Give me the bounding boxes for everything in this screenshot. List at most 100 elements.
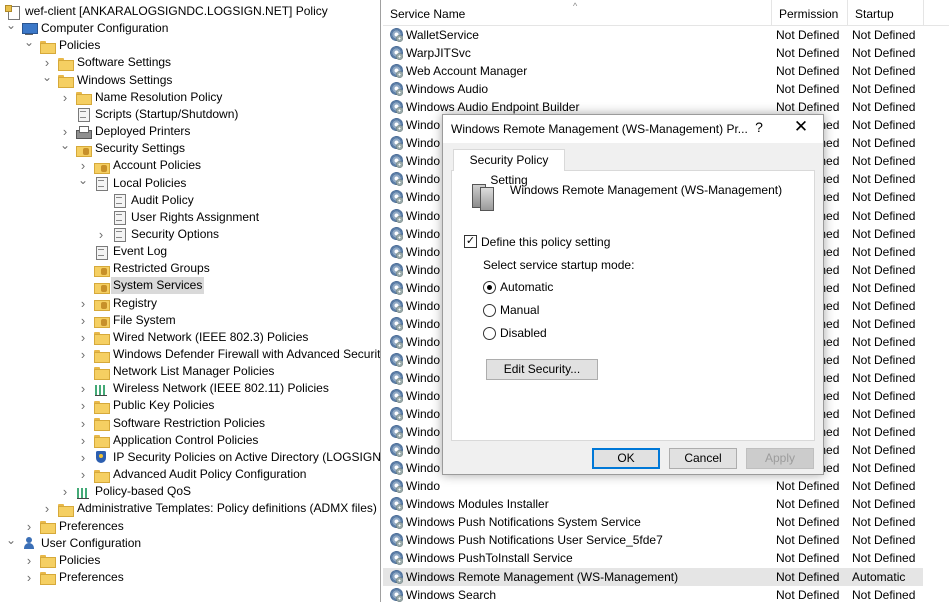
chevron-right-icon[interactable]: › <box>95 226 107 243</box>
tree-item[interactable]: › Advanced Audit Policy Configuration <box>77 466 308 483</box>
table-row[interactable]: Windows Modules Installer Not Defined Not … <box>383 495 923 513</box>
table-row[interactable]: Windows Remote Management (WS-Management… <box>383 567 923 586</box>
tree-item[interactable]: › Account Policies <box>77 157 203 174</box>
tree-item[interactable]: › Administrative Templates: Policy defini… <box>41 500 380 517</box>
tree-item[interactable]: › Windows Defender Firewall with Advanced… <box>77 346 380 363</box>
chevron-right-icon[interactable]: › <box>41 54 53 71</box>
chevron-right-icon[interactable]: › <box>77 449 89 466</box>
chevron-right-icon[interactable]: › <box>77 157 89 174</box>
chevron-right-icon[interactable]: › <box>77 432 89 449</box>
edit-security-button[interactable]: Edit Security... <box>486 359 598 380</box>
tree-item-label: Security Settings <box>95 141 186 156</box>
tree-item[interactable]: User Rights Assignment <box>95 209 261 226</box>
tree-item[interactable]: ⌄ User Configuration <box>5 534 143 552</box>
tab-security-policy-setting[interactable]: Security Policy Setting <box>453 149 565 187</box>
tree-item[interactable]: › Name Resolution Policy <box>59 89 224 106</box>
close-icon[interactable]: ✕ <box>789 117 813 137</box>
radio-automatic[interactable] <box>483 281 496 294</box>
chevron-right-icon[interactable]: › <box>77 466 89 483</box>
tree-item[interactable]: › Software Restriction Policies <box>77 415 267 432</box>
radio-manual-label[interactable]: Manual <box>500 303 539 317</box>
define-policy-label[interactable]: Define this policy setting <box>481 235 610 249</box>
chevron-down-icon[interactable]: ⌄ <box>5 534 17 552</box>
tree-item[interactable]: Network List Manager Policies <box>77 363 276 380</box>
gear-icon <box>389 154 404 169</box>
chevron-down-icon[interactable]: ⌄ <box>23 36 35 54</box>
tree-item[interactable]: › File System <box>77 312 178 329</box>
tree-item[interactable]: Restricted Groups <box>77 260 212 277</box>
tree-item[interactable]: System Services <box>77 277 205 295</box>
column-header-service-name[interactable]: Service Name <box>383 0 772 26</box>
tree-item[interactable]: Scripts (Startup/Shutdown) <box>59 106 240 123</box>
service-name-cell: Windo <box>406 479 441 494</box>
tree-item[interactable]: › Public Key Policies <box>77 397 216 414</box>
dialog-titlebar[interactable]: Windows Remote Management (WS-Management… <box>443 115 823 143</box>
radio-automatic-label[interactable]: Automatic <box>500 280 553 294</box>
chevron-right-icon[interactable]: › <box>77 346 89 363</box>
tree-item[interactable]: › Deployed Printers <box>59 123 192 140</box>
tree-item-label: Wired Network (IEEE 802.3) Policies <box>113 329 309 344</box>
policy-tree-pane[interactable]: wef-client [ANKARALOGSIGNDC.LOGSIGN.NET]… <box>0 0 381 602</box>
chevron-right-icon[interactable]: › <box>59 483 71 500</box>
tree-item[interactable]: Audit Policy <box>95 192 196 209</box>
chevron-right-icon[interactable]: › <box>77 329 89 346</box>
tree-item-label: Restricted Groups <box>113 261 210 276</box>
tree-item[interactable]: › Preferences <box>23 569 126 586</box>
chevron-down-icon[interactable]: ⌄ <box>59 139 71 157</box>
permission-cell: Not Defined <box>776 46 840 61</box>
tree-item[interactable]: › Policy-based QoS <box>59 483 193 500</box>
chevron-right-icon[interactable]: › <box>23 569 35 586</box>
service-name-cell: WalletService <box>406 28 479 42</box>
column-header-startup[interactable]: Startup <box>848 0 924 26</box>
chevron-right-icon[interactable]: › <box>77 397 89 414</box>
tree-item[interactable]: ⌄ Local Policies <box>77 174 188 192</box>
tree-item[interactable]: Event Log <box>77 243 169 260</box>
tree-item[interactable]: ⌄ Security Settings <box>59 139 187 157</box>
tree-item[interactable]: ⌄ Windows Settings <box>41 71 174 89</box>
chevron-down-icon[interactable]: ⌄ <box>5 19 17 37</box>
tree-item[interactable]: › Preferences <box>23 518 126 535</box>
tree-item[interactable]: › Software Settings <box>41 54 173 71</box>
table-row[interactable]: Windows Push Notifications User Service_… <box>383 531 923 549</box>
apply-button[interactable]: Apply <box>746 448 814 469</box>
chevron-right-icon[interactable]: › <box>23 552 35 569</box>
chevron-down-icon[interactable]: ⌄ <box>77 174 89 192</box>
tree-item[interactable]: › Wireless Network (IEEE 802.11) Policies <box>77 380 331 397</box>
chevron-right-icon[interactable]: › <box>41 500 53 517</box>
chevron-right-icon[interactable]: › <box>77 312 89 329</box>
chevron-right-icon[interactable]: › <box>59 89 71 106</box>
permission-cell: Not Defined <box>776 479 840 494</box>
chevron-right-icon[interactable]: › <box>77 380 89 397</box>
help-icon[interactable]: ? <box>751 119 767 135</box>
tree-item[interactable]: › Security Options <box>95 226 221 243</box>
tree-item[interactable]: › IP Security Policies on Active Director… <box>77 449 380 466</box>
chevron-right-icon[interactable]: › <box>23 518 35 535</box>
table-row[interactable]: Windows Push Notifications System Servic… <box>383 513 923 531</box>
cancel-button[interactable]: Cancel <box>669 448 737 469</box>
table-row[interactable]: Windows Audio Not Defined Not Defined <box>383 80 923 98</box>
tree-item[interactable]: › Registry <box>77 295 159 312</box>
table-row[interactable]: Windows PushToInstall Service Not Defined… <box>383 549 923 567</box>
table-row[interactable]: Windo Not Defined Not Defined <box>383 477 923 495</box>
chevron-down-icon[interactable]: ⌄ <box>41 71 53 89</box>
tree-item[interactable]: › Policies <box>23 552 102 569</box>
table-row[interactable]: Windows Search Not Defined Not Defined <box>383 586 923 602</box>
tree-item[interactable]: wef-client [ANKARALOGSIGNDC.LOGSIGN.NET]… <box>5 3 330 20</box>
folder-icon <box>93 468 110 483</box>
radio-manual[interactable] <box>483 304 496 317</box>
tree-item[interactable]: › Application Control Policies <box>77 432 260 449</box>
chevron-right-icon[interactable]: › <box>77 415 89 432</box>
tree-item[interactable]: ⌄ Policies <box>23 36 102 54</box>
column-header-permission[interactable]: Permission <box>772 0 848 26</box>
table-row[interactable]: WarpJITSvc Not Defined Not Defined <box>383 44 923 62</box>
radio-disabled-label[interactable]: Disabled <box>500 326 547 340</box>
ok-button[interactable]: OK <box>592 448 660 469</box>
table-row[interactable]: WalletService Not Defined Not Defined <box>383 26 923 44</box>
chevron-right-icon[interactable]: › <box>77 295 89 312</box>
define-policy-checkbox[interactable]: ✓ <box>464 235 477 248</box>
radio-disabled[interactable] <box>483 327 496 340</box>
tree-item[interactable]: › Wired Network (IEEE 802.3) Policies <box>77 329 310 346</box>
tab-panel: Windows Remote Management (WS-Management… <box>451 170 815 441</box>
table-row[interactable]: Web Account Manager Not Defined Not Define… <box>383 62 923 80</box>
